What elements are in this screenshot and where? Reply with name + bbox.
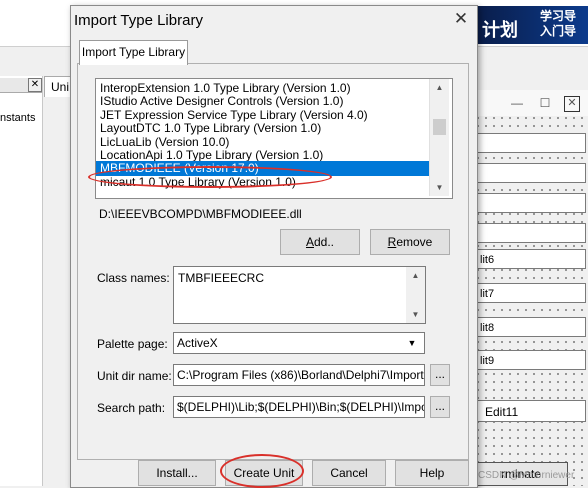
left-panel-close-icon[interactable]: ✕ bbox=[28, 78, 42, 92]
left-panel bbox=[0, 76, 43, 486]
browse-unit-dir-button[interactable]: ... bbox=[430, 364, 450, 386]
form-close-icon[interactable]: ✕ bbox=[564, 96, 580, 112]
form-minimize-icon[interactable]: — bbox=[510, 96, 524, 110]
banner-main-text: 计划 bbox=[482, 20, 518, 41]
class-names-label: Class names: bbox=[97, 271, 170, 285]
form-edit-blank-1[interactable] bbox=[476, 133, 586, 153]
dialog-title: Import Type Library bbox=[74, 12, 203, 29]
search-path-field[interactable]: $(DELPHI)\Lib;$(DELPHI)\Bin;$(DELPHI)\Im… bbox=[173, 396, 425, 418]
library-path: D:\IEEEVBCOMPD\MBFMODIEEE.dll bbox=[99, 207, 302, 221]
memo-scroll-up-icon[interactable]: ▲ bbox=[406, 267, 425, 284]
unit-dir-label: Unit dir name: bbox=[97, 369, 172, 383]
form-edit[interactable]: lit6 bbox=[476, 249, 586, 269]
form-edit[interactable]: lit7 bbox=[476, 283, 586, 303]
form-edit-blank-2[interactable] bbox=[476, 163, 586, 183]
annotation-ellipse-create-unit bbox=[220, 454, 304, 488]
watermark: CSDN @Mmorniewer bbox=[478, 470, 575, 481]
form-edit[interactable]: lit8 bbox=[476, 317, 586, 337]
form-edit[interactable]: Edit11 bbox=[476, 400, 586, 422]
palette-page-select[interactable]: ActiveX bbox=[173, 332, 425, 354]
unit-dir-field[interactable]: C:\Program Files (x86)\Borland\Delphi7\I… bbox=[173, 364, 425, 386]
help-button[interactable]: Help bbox=[395, 460, 469, 486]
tab-import-type-library[interactable]: Import Type Library bbox=[79, 40, 188, 65]
ad-banner[interactable]: 计划 学习导 入门导 bbox=[476, 6, 588, 44]
browse-search-path-button[interactable]: ... bbox=[430, 396, 450, 418]
install-button[interactable]: Install... bbox=[138, 460, 216, 486]
banner-sub-text: 学习导 入门导 bbox=[540, 9, 577, 38]
scroll-down-icon[interactable]: ▼ bbox=[430, 179, 449, 196]
remove-button[interactable]: Remove bbox=[370, 229, 450, 255]
scroll-up-icon[interactable]: ▲ bbox=[430, 79, 449, 96]
form-edit-blank-4[interactable] bbox=[476, 223, 586, 243]
scroll-thumb[interactable] bbox=[433, 119, 446, 135]
memo-scroll-down-icon[interactable]: ▼ bbox=[406, 306, 425, 323]
class-names-memo[interactable]: TMBFIEEECRC bbox=[173, 266, 426, 324]
form-edit[interactable]: lit9 bbox=[476, 350, 586, 370]
cancel-button[interactable]: Cancel bbox=[312, 460, 386, 486]
close-icon[interactable]: ✕ bbox=[452, 10, 470, 28]
form-maximize-icon[interactable]: ☐ bbox=[538, 96, 552, 110]
search-path-label: Search path: bbox=[97, 401, 166, 415]
palette-page-label: Palette page: bbox=[97, 337, 168, 351]
left-panel-item[interactable]: nstants bbox=[0, 112, 35, 124]
add-button[interactable]: Add.. bbox=[280, 229, 360, 255]
list-scrollbar[interactable]: ▲ ▼ bbox=[429, 79, 449, 196]
annotation-ellipse-selected bbox=[88, 166, 332, 188]
chevron-down-icon[interactable]: ▼ bbox=[402, 334, 422, 352]
form-edit-blank-3[interactable] bbox=[476, 193, 586, 213]
memo-scrollbar[interactable]: ▲ ▼ bbox=[406, 267, 425, 323]
